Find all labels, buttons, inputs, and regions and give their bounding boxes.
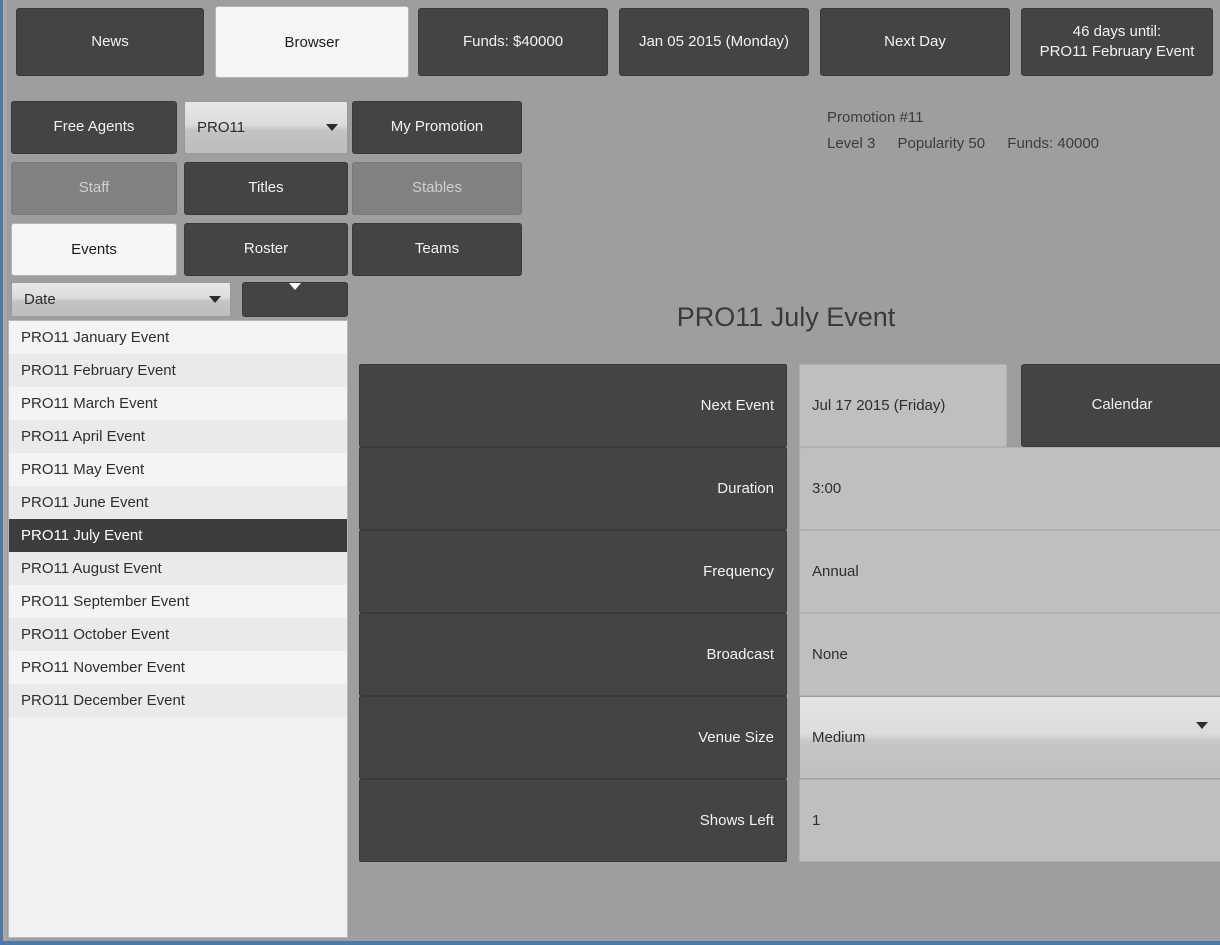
promotion-select-value: PRO11	[197, 119, 246, 136]
field-row-duration: Duration 3:00	[359, 447, 1220, 530]
promotion-popularity: Popularity 50	[897, 135, 986, 152]
frequency-value: Annual	[799, 530, 1220, 613]
calendar-button-label: Calendar	[1091, 396, 1153, 414]
event-detail-panel: PRO11 July Event Next Event Jul 17 2015 …	[349, 278, 1220, 941]
nav-teams[interactable]: Teams	[352, 223, 522, 276]
list-item[interactable]: PRO11 August Event	[9, 552, 347, 585]
list-item-label: PRO11 April Event	[21, 428, 145, 445]
venue-size-label: Venue Size	[359, 696, 787, 779]
promotion-name: Promotion #11	[827, 109, 924, 126]
list-item-label: PRO11 March Event	[21, 395, 158, 412]
next-event-value: Jul 17 2015 (Friday)	[799, 364, 1007, 447]
page-title: PRO11 July Event	[676, 302, 896, 332]
duration-value: 3:00	[799, 447, 1220, 530]
list-item-label: PRO11 June Event	[21, 494, 149, 511]
nav-my-promotion[interactable]: My Promotion	[352, 101, 522, 154]
list-item[interactable]: PRO11 June Event	[9, 486, 347, 519]
sort-field-value: Date	[24, 291, 56, 308]
broadcast-value: None	[799, 613, 1220, 696]
list-item-label: PRO11 August Event	[21, 560, 162, 577]
nav-events-label: Events	[71, 241, 117, 258]
list-item-label: PRO11 May Event	[21, 461, 145, 478]
nav-events[interactable]: Events	[11, 223, 177, 276]
list-item-label: PRO11 September Event	[21, 593, 190, 610]
promotion-select[interactable]: PRO11	[184, 101, 348, 154]
broadcast-label: Broadcast	[359, 613, 787, 696]
tab-funds[interactable]: Funds: $40000	[418, 8, 608, 76]
list-item-label: PRO11 October Event	[21, 626, 170, 643]
nav-stables-label: Stables	[411, 179, 463, 197]
nav-roster-label: Roster	[243, 240, 289, 258]
nav-free-agents[interactable]: Free Agents	[11, 101, 177, 154]
shows-left-label: Shows Left	[359, 779, 787, 862]
triangle-down-icon	[289, 283, 301, 309]
sort-field-select[interactable]: Date	[11, 282, 231, 317]
nav-teams-label: Teams	[414, 240, 460, 258]
tab-funds-label: Funds: $40000	[462, 32, 564, 50]
tab-browser[interactable]: Browser	[215, 6, 409, 78]
list-item[interactable]: PRO11 February Event	[9, 354, 347, 387]
nav-staff-label: Staff	[78, 179, 110, 197]
tab-news[interactable]: News	[16, 8, 204, 76]
countdown-line-2: PRO11 February Event	[1039, 43, 1195, 60]
nav-titles[interactable]: Titles	[184, 162, 348, 215]
tab-current-date-label: Jan 05 2015 (Monday)	[638, 32, 790, 50]
countdown-line-1: 46 days until:	[1072, 22, 1162, 40]
list-item-selected[interactable]: PRO11 July Event	[9, 519, 347, 552]
list-item[interactable]: PRO11 January Event	[9, 321, 347, 354]
chevron-down-icon	[200, 296, 230, 303]
nav-stables: Stables	[352, 162, 522, 215]
list-item-label: PRO11 January Event	[21, 329, 170, 346]
nav-roster[interactable]: Roster	[184, 223, 348, 276]
list-item-label: PRO11 December Event	[21, 692, 185, 709]
top-tab-bar: News Browser Funds: $40000 Jan 05 2015 (…	[3, 0, 1220, 90]
application-window: News Browser Funds: $40000 Jan 05 2015 (…	[0, 0, 1220, 945]
next-event-label: Next Event	[359, 364, 787, 447]
duration-label: Duration	[359, 447, 787, 530]
list-item[interactable]: PRO11 April Event	[9, 420, 347, 453]
frequency-label: Frequency	[359, 530, 787, 613]
nav-my-promotion-label: My Promotion	[390, 118, 484, 136]
nav-free-agents-label: Free Agents	[53, 118, 135, 136]
tab-next-day-label: Next Day	[884, 32, 946, 50]
calendar-button[interactable]: Calendar	[1021, 364, 1220, 447]
field-row-shows-left: Shows Left 1	[359, 779, 1220, 862]
field-row-frequency: Frequency Annual	[359, 530, 1220, 613]
tab-browser-label: Browser	[284, 33, 340, 51]
promotion-funds: Funds: 40000	[1007, 135, 1100, 152]
venue-size-select[interactable]: Medium	[799, 696, 1220, 779]
list-item[interactable]: PRO11 December Event	[9, 684, 347, 717]
tab-next-day[interactable]: Next Day	[820, 8, 1010, 76]
venue-size-value: Medium	[812, 729, 866, 746]
list-item[interactable]: PRO11 May Event	[9, 453, 347, 486]
tab-countdown[interactable]: 46 days until: PRO11 February Event	[1021, 8, 1213, 76]
chevron-down-icon	[1196, 722, 1208, 746]
nav-titles-label: Titles	[248, 179, 284, 197]
list-item[interactable]: PRO11 October Event	[9, 618, 347, 651]
promotion-info: Promotion #11 Level 3 Popularity 50 Fund…	[827, 105, 1117, 157]
list-item[interactable]: PRO11 November Event	[9, 651, 347, 684]
nav-staff: Staff	[11, 162, 177, 215]
list-item-label: PRO11 July Event	[21, 527, 143, 544]
tab-current-date[interactable]: Jan 05 2015 (Monday)	[619, 8, 809, 76]
list-item[interactable]: PRO11 September Event	[9, 585, 347, 618]
field-row-broadcast: Broadcast None	[359, 613, 1220, 696]
sort-direction-button[interactable]	[242, 282, 348, 317]
tab-news-label: News	[91, 32, 129, 50]
window-left-edge	[3, 0, 7, 941]
list-item-label: PRO11 February Event	[21, 362, 176, 379]
list-item[interactable]: PRO11 March Event	[9, 387, 347, 420]
list-item-label: PRO11 November Event	[21, 659, 185, 676]
shows-left-value: 1	[799, 779, 1220, 862]
chevron-down-icon	[317, 124, 347, 131]
field-row-venue-size: Venue Size Medium	[359, 696, 1220, 779]
field-row-next-event: Next Event Jul 17 2015 (Friday) Calendar	[359, 364, 1220, 447]
event-list[interactable]: PRO11 January Event PRO11 February Event…	[8, 320, 348, 938]
promotion-level: Level 3	[827, 135, 876, 152]
